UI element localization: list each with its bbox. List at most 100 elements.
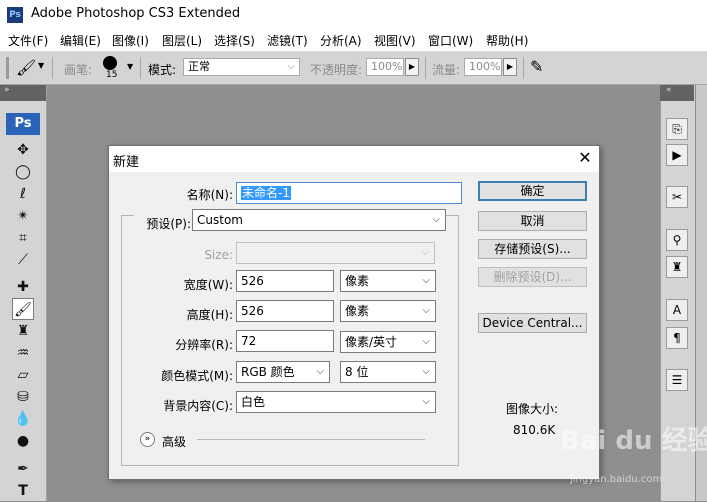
lasso-tool-icon[interactable]: ℓ	[12, 183, 34, 205]
flow-slider-arrow-icon[interactable]: ▶	[503, 58, 517, 76]
preset-value: Custom	[197, 213, 243, 227]
chevron-down-icon: ⌵	[422, 336, 430, 347]
tool-preset-arrow-icon[interactable]: ▼	[38, 61, 44, 70]
separator	[425, 57, 426, 79]
window-title: Adobe Photoshop CS3 Extended	[31, 6, 241, 21]
flow-label: 流量:	[432, 63, 461, 77]
menu-analysis[interactable]: 分析(A)	[320, 32, 362, 49]
width-input[interactable]: 526	[236, 270, 334, 292]
resolution-label: 分辨率(R):	[175, 338, 233, 352]
marquee-tool-icon[interactable]: ◯	[12, 161, 34, 183]
bit-depth-select[interactable]: 8 位 ⌵	[340, 361, 436, 383]
menu-help[interactable]: 帮助(H)	[486, 32, 528, 49]
height-unit-value: 像素	[345, 304, 370, 318]
menu-view[interactable]: 视图(V)	[374, 32, 416, 49]
width-unit-select[interactable]: 像素 ⌵	[340, 270, 436, 292]
width-label: 宽度(W):	[183, 278, 233, 292]
toolbox-header[interactable]: »	[0, 85, 46, 101]
blur-tool-icon[interactable]: 💧	[12, 408, 34, 430]
separator	[52, 57, 53, 79]
collapse-icon[interactable]: «	[666, 85, 672, 95]
history-brush-tool-icon[interactable]: ♒	[12, 342, 34, 364]
notes-panel-icon[interactable]: ☰	[666, 369, 688, 391]
options-grip[interactable]	[6, 57, 9, 79]
name-value: 未命名-1	[241, 186, 291, 200]
tool-presets-panel-icon[interactable]: ✂	[666, 186, 688, 208]
resolution-input[interactable]: 72	[236, 330, 334, 352]
advanced-label[interactable]: 高级	[162, 433, 186, 450]
delete-preset-button[interactable]: 删除预设(D)...	[478, 267, 587, 287]
chevron-down-icon: ⌵	[422, 275, 430, 286]
expand-advanced-icon[interactable]: »	[140, 432, 155, 447]
menu-file[interactable]: 文件(F)	[8, 32, 48, 49]
cancel-button[interactable]: 取消	[478, 211, 587, 231]
width-unit-value: 像素	[345, 274, 370, 288]
crop-tool-icon[interactable]: ⌗	[12, 227, 34, 249]
mode-label: 模式:	[148, 63, 177, 77]
save-preset-button[interactable]: 存储预设(S)...	[478, 239, 587, 259]
ok-button[interactable]: 确定	[478, 181, 587, 201]
close-icon[interactable]: ✕	[575, 148, 595, 168]
height-label: 高度(H):	[186, 308, 233, 322]
move-tool-icon[interactable]: ✥	[12, 139, 34, 161]
preset-select[interactable]: Custom ⌵	[192, 209, 446, 231]
brush-size: 15	[106, 70, 118, 80]
histogram-panel-icon[interactable]: ▶	[666, 144, 688, 166]
tool-options-bar: 🖌 ▼ 画笔: 15 ▼ 模式: 正常 ⌵ 不透明度: 100% ▶ 流量: 1…	[0, 52, 707, 85]
paint-bucket-tool-icon[interactable]: ⛁	[12, 386, 34, 408]
mode-select[interactable]: 正常 ⌵	[183, 58, 300, 76]
menu-select[interactable]: 选择(S)	[214, 32, 255, 49]
menu-image[interactable]: 图像(I)	[112, 32, 149, 49]
clone-source-panel-icon[interactable]: ♜	[666, 256, 688, 278]
slice-tool-icon[interactable]: ⟋	[12, 249, 34, 271]
name-label: 名称(N):	[186, 188, 233, 202]
brush-tool-icon[interactable]: 🖌	[16, 58, 36, 77]
flow-input[interactable]: 100%	[464, 58, 502, 76]
chevron-down-icon: ⌵	[316, 366, 324, 377]
color-mode-select[interactable]: RGB 颜色 ⌵	[236, 361, 330, 383]
background-select[interactable]: 白色 ⌵	[236, 391, 436, 413]
dodge-tool-icon[interactable]: ●	[12, 430, 34, 452]
dialog-title-bar[interactable]: 新建 ✕	[109, 146, 599, 172]
airbrush-icon[interactable]: ✎	[530, 57, 543, 76]
brush-picker-arrow-icon[interactable]: ▼	[127, 62, 133, 71]
brush-tool-selected-icon[interactable]: 🖌	[12, 298, 34, 320]
height-input[interactable]: 526	[236, 300, 334, 322]
paragraph-panel-icon[interactable]: ¶	[666, 327, 688, 349]
character-panel-icon[interactable]: A	[666, 299, 688, 321]
type-tool-icon[interactable]: T	[12, 480, 34, 502]
photoshop-app-icon: Ps	[7, 7, 23, 23]
color-mode-label: 颜色模式(M):	[161, 369, 233, 383]
opacity-input[interactable]: 100%	[366, 58, 404, 76]
size-select[interactable]: ⌵	[236, 242, 435, 264]
height-unit-select[interactable]: 像素 ⌵	[340, 300, 436, 322]
menu-filter[interactable]: 滤镜(T)	[267, 32, 308, 49]
magic-wand-tool-icon[interactable]: ✴	[12, 205, 34, 227]
background-label: 背景内容(C):	[163, 399, 233, 413]
color-mode-value: RGB 颜色	[241, 365, 295, 379]
name-input[interactable]: 未命名-1	[236, 182, 462, 204]
brushes-panel-icon[interactable]: ⚲	[666, 229, 688, 251]
chevron-down-icon: ⌵	[422, 305, 430, 316]
healing-brush-tool-icon[interactable]: ✚	[12, 276, 34, 298]
collapse-icon[interactable]: »	[4, 85, 10, 95]
navigator-panel-icon[interactable]: ⎘	[666, 118, 688, 140]
opacity-slider-arrow-icon[interactable]: ▶	[405, 58, 419, 76]
menu-window[interactable]: 窗口(W)	[428, 32, 473, 49]
device-central-button[interactable]: Device Central...	[478, 313, 587, 333]
separator	[140, 57, 141, 79]
brush-preview-icon[interactable]	[103, 56, 117, 70]
resolution-unit-select[interactable]: 像素/英寸 ⌵	[340, 331, 436, 353]
clone-stamp-tool-icon[interactable]: ♜	[12, 320, 34, 342]
baidu-watermark-logo: Bai du 经验	[560, 426, 707, 456]
chevron-down-icon: ⌵	[422, 366, 430, 377]
mode-value: 正常	[188, 60, 210, 73]
background-value: 白色	[241, 395, 266, 409]
new-document-dialog: 新建 ✕ 名称(N): 未命名-1 预设(P): Custom ⌵ Size: …	[108, 145, 600, 480]
menu-layer[interactable]: 图层(L)	[162, 32, 202, 49]
chevron-down-icon: ⌵	[432, 214, 440, 225]
menu-edit[interactable]: 编辑(E)	[60, 32, 101, 49]
panel-dock-header[interactable]: «	[660, 85, 694, 101]
pen-tool-icon[interactable]: ✒	[12, 458, 34, 480]
eraser-tool-icon[interactable]: ▱	[12, 364, 34, 386]
